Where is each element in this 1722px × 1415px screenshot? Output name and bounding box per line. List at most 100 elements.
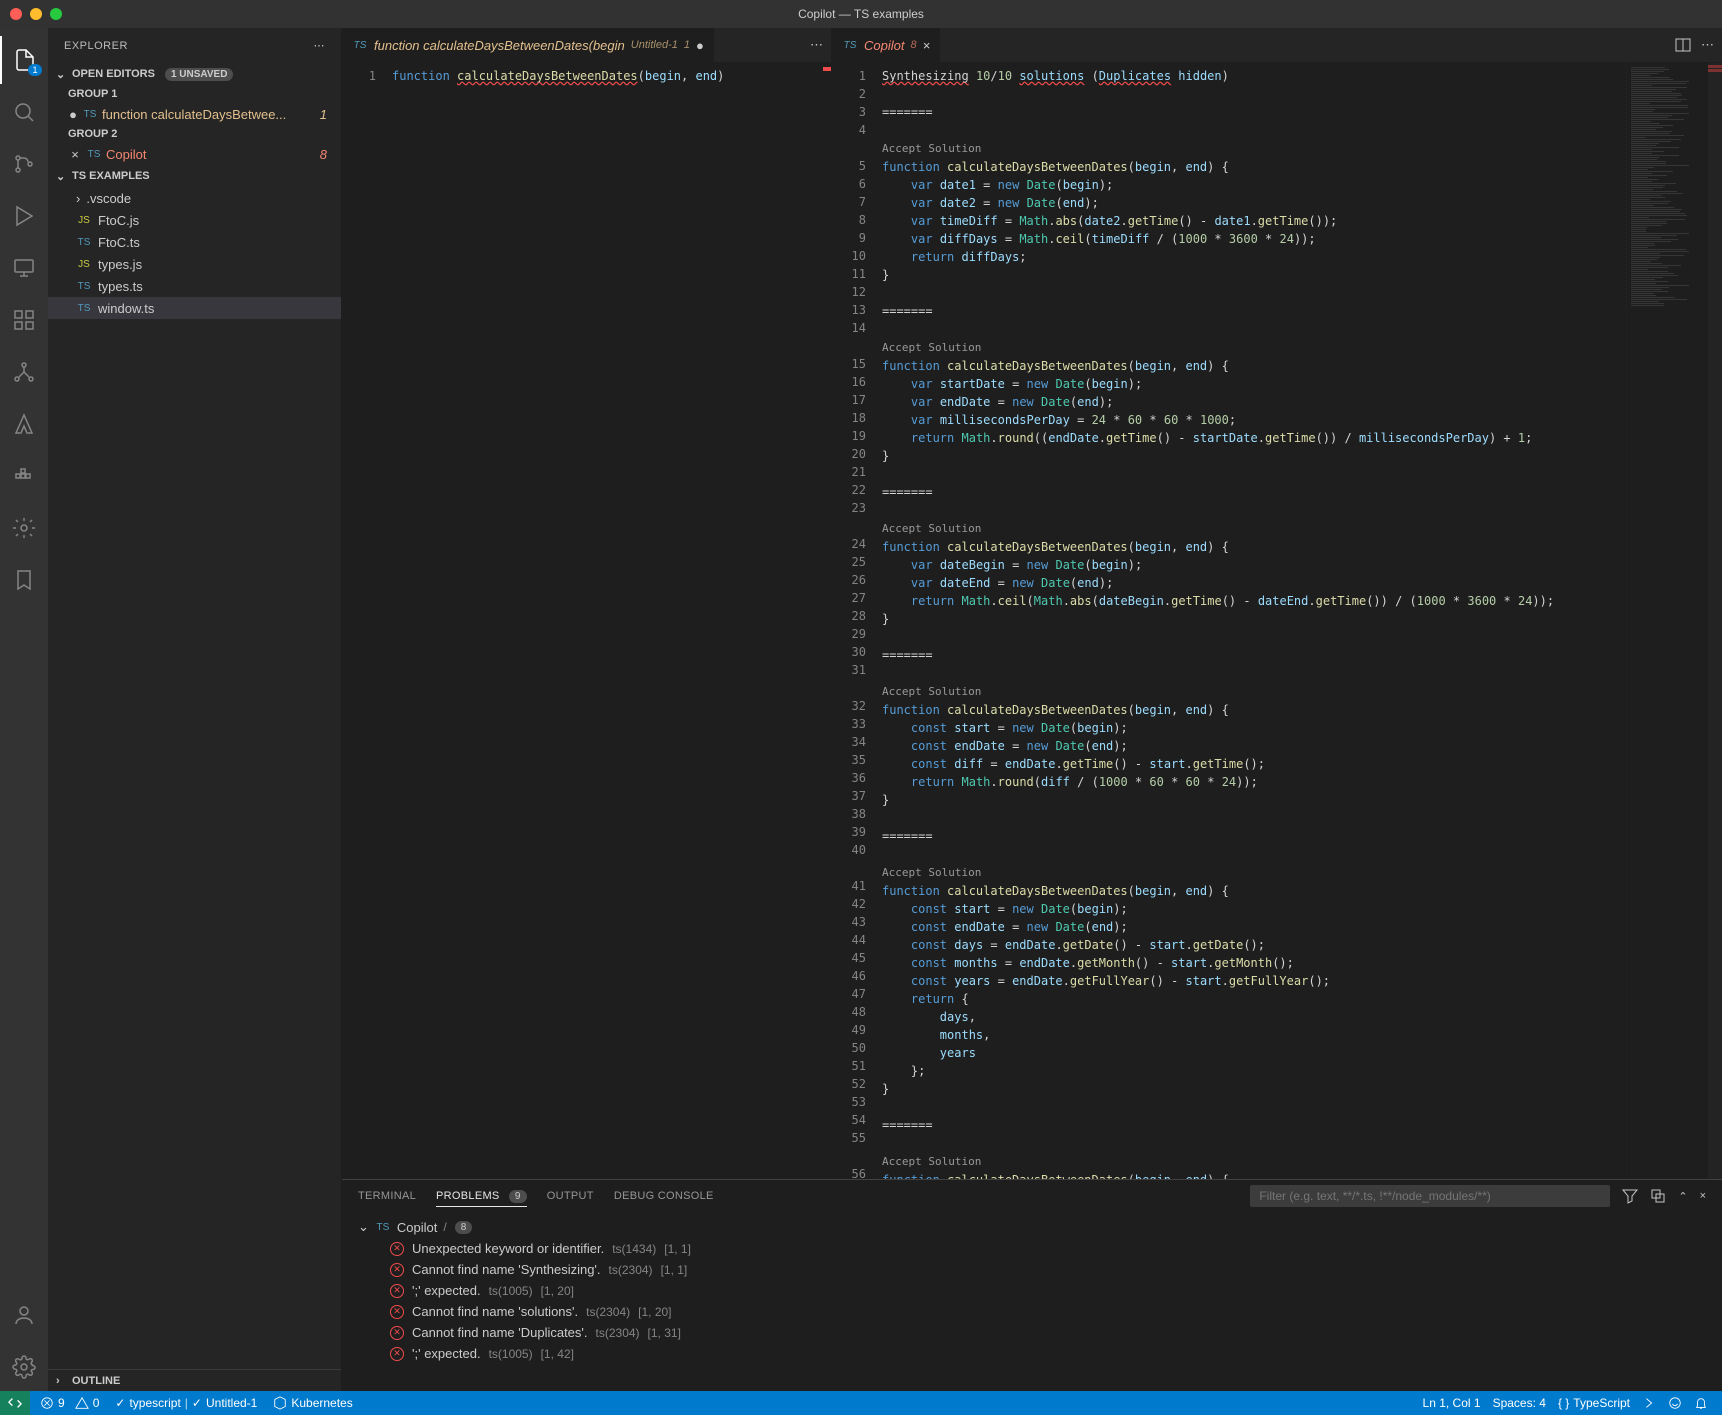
error-icon: ✕ bbox=[390, 1347, 404, 1361]
close-icon[interactable]: × bbox=[68, 147, 82, 162]
status-remote[interactable] bbox=[0, 1391, 30, 1415]
problem-row[interactable]: ✕';' expected.ts(1005)[1, 42] bbox=[354, 1343, 1710, 1364]
status-feedback-icon[interactable] bbox=[1662, 1396, 1688, 1410]
chevron-down-icon: ⌄ bbox=[56, 68, 68, 81]
chevron-down-icon: ⌄ bbox=[358, 1219, 369, 1235]
activity-bar: 1 bbox=[0, 28, 48, 1391]
chevron-right-icon: › bbox=[56, 1375, 68, 1387]
editor-left[interactable]: 1 function calculateDaysBetweenDates(beg… bbox=[342, 63, 831, 1179]
activity-explorer-icon[interactable]: 1 bbox=[0, 36, 48, 84]
error-icon: ✕ bbox=[390, 1305, 404, 1319]
ts-file-icon: TS bbox=[76, 237, 92, 248]
collapse-all-icon[interactable] bbox=[1650, 1188, 1666, 1204]
chevron-right-icon: › bbox=[76, 191, 80, 206]
bottom-panel: TERMINAL PROBLEMS 9 OUTPUT DEBUG CONSOLE… bbox=[342, 1179, 1722, 1391]
panel-tab-terminal[interactable]: TERMINAL bbox=[358, 1186, 416, 1206]
ts-file-icon: TS bbox=[352, 40, 368, 51]
open-editor-copilot[interactable]: × TS Copilot 8 bbox=[48, 143, 341, 165]
js-file-icon: JS bbox=[76, 259, 92, 270]
activity-debug-icon[interactable] bbox=[0, 192, 48, 240]
activity-extensions-icon[interactable] bbox=[0, 296, 48, 344]
problem-row[interactable]: ✕';' expected.ts(1005)[1, 20] bbox=[354, 1280, 1710, 1301]
title-bar: Copilot — TS examples bbox=[0, 0, 1722, 28]
problem-file-header[interactable]: ⌄ TS Copilot / 8 bbox=[354, 1216, 1710, 1238]
activity-bookmarks-icon[interactable] bbox=[0, 556, 48, 604]
folder-header[interactable]: ⌄ TS EXAMPLES bbox=[48, 165, 341, 187]
problem-row[interactable]: ✕Cannot find name 'Synthesizing'.ts(2304… bbox=[354, 1259, 1710, 1280]
status-errors[interactable]: 9 0 bbox=[34, 1391, 105, 1415]
status-spaces[interactable]: Spaces: 4 bbox=[1487, 1396, 1552, 1410]
open-editor-untitled[interactable]: ● TS function calculateDaysBetwee... 1 bbox=[48, 103, 341, 125]
open-editors-header[interactable]: ⌄ OPEN EDITORS 1 UNSAVED bbox=[48, 63, 341, 85]
tab-copilot[interactable]: TS Copilot 8 × bbox=[832, 28, 941, 62]
activity-scm-icon[interactable] bbox=[0, 140, 48, 188]
tree-item--vscode[interactable]: ›.vscode bbox=[48, 187, 341, 209]
tab-untitled[interactable]: TS function calculateDaysBetweenDates(be… bbox=[342, 28, 715, 62]
split-editor-icon[interactable] bbox=[1675, 37, 1691, 53]
error-icon: ✕ bbox=[390, 1284, 404, 1298]
minimap[interactable] bbox=[1626, 63, 1722, 1179]
status-prettier-icon[interactable] bbox=[1636, 1396, 1662, 1410]
unsaved-badge: 1 UNSAVED bbox=[165, 68, 234, 81]
tree-item-types-js[interactable]: JStypes.js bbox=[48, 253, 341, 275]
activity-account-icon[interactable] bbox=[0, 1291, 48, 1339]
tree-item-window-ts[interactable]: TSwindow.ts bbox=[48, 297, 341, 319]
problem-row[interactable]: ✕Unexpected keyword or identifier.ts(143… bbox=[354, 1238, 1710, 1259]
sidebar-more-icon[interactable]: ⋯ bbox=[314, 39, 326, 52]
error-icon: ✕ bbox=[390, 1263, 404, 1277]
ts-file-icon: TS bbox=[375, 1222, 391, 1233]
ts-file-icon: TS bbox=[76, 281, 92, 292]
status-kubernetes[interactable]: Kubernetes bbox=[267, 1391, 358, 1415]
chevron-up-icon[interactable]: ⌃ bbox=[1678, 1190, 1687, 1203]
ts-file-icon: TS bbox=[76, 303, 92, 314]
window-title: Copilot — TS examples bbox=[798, 7, 924, 21]
tree-item-types-ts[interactable]: TStypes.ts bbox=[48, 275, 341, 297]
problems-filter-input[interactable] bbox=[1250, 1185, 1610, 1207]
problem-count: 8 bbox=[320, 147, 333, 162]
close-panel-icon[interactable]: × bbox=[1700, 1190, 1706, 1202]
window-maximize-button[interactable] bbox=[50, 8, 62, 20]
outline-header[interactable]: › OUTLINE bbox=[48, 1369, 341, 1391]
error-icon: ✕ bbox=[390, 1242, 404, 1256]
error-icon: ✕ bbox=[390, 1326, 404, 1340]
panel-tab-output[interactable]: OUTPUT bbox=[547, 1186, 594, 1206]
ts-file-icon: TS bbox=[842, 40, 858, 51]
sidebar: EXPLORER ⋯ ⌄ OPEN EDITORS 1 UNSAVED GROU… bbox=[48, 28, 342, 1391]
tree-item-FtoC-ts[interactable]: TSFtoC.ts bbox=[48, 231, 341, 253]
chevron-down-icon: ⌄ bbox=[56, 170, 68, 183]
status-bell-icon[interactable] bbox=[1688, 1396, 1714, 1410]
activity-graph-icon[interactable] bbox=[0, 348, 48, 396]
panel-tab-debug[interactable]: DEBUG CONSOLE bbox=[614, 1186, 714, 1206]
problems-count-badge: 9 bbox=[509, 1190, 527, 1203]
file-tree: ›.vscodeJSFtoC.jsTSFtoC.tsJStypes.jsTSty… bbox=[48, 187, 341, 319]
activity-settings-icon[interactable] bbox=[0, 1343, 48, 1391]
tab-more-icon[interactable]: ⋯ bbox=[1701, 37, 1714, 53]
window-close-button[interactable] bbox=[10, 8, 22, 20]
activity-remote-icon[interactable] bbox=[0, 244, 48, 292]
problem-count: 1 bbox=[320, 107, 333, 122]
status-language[interactable]: { }TypeScript bbox=[1552, 1396, 1636, 1410]
ts-file-icon: TS bbox=[82, 109, 98, 120]
dirty-dot-icon: ● bbox=[68, 107, 78, 122]
status-cursor[interactable]: Ln 1, Col 1 bbox=[1417, 1396, 1487, 1410]
editor-right[interactable]: 1 2 3 4 5 6 7 8 9 10 11 12 13 14 15 16 1… bbox=[832, 63, 1722, 1179]
js-file-icon: JS bbox=[76, 215, 92, 226]
filter-icon[interactable] bbox=[1622, 1188, 1638, 1204]
problem-row[interactable]: ✕Cannot find name 'Duplicates'.ts(2304)[… bbox=[354, 1322, 1710, 1343]
activity-kubernetes-icon[interactable] bbox=[0, 504, 48, 552]
ts-file-icon: TS bbox=[86, 149, 102, 160]
overview-error-mark bbox=[1708, 69, 1722, 72]
group1-label: GROUP 1 bbox=[48, 85, 341, 103]
panel-tab-problems[interactable]: PROBLEMS 9 bbox=[436, 1186, 527, 1207]
close-icon[interactable]: × bbox=[923, 38, 931, 53]
dirty-dot-icon: ● bbox=[696, 38, 704, 53]
activity-azure-icon[interactable] bbox=[0, 400, 48, 448]
problem-row[interactable]: ✕Cannot find name 'solutions'.ts(2304)[1… bbox=[354, 1301, 1710, 1322]
activity-docker-icon[interactable] bbox=[0, 452, 48, 500]
tree-item-FtoC-js[interactable]: JSFtoC.js bbox=[48, 209, 341, 231]
tab-more-icon[interactable]: ⋯ bbox=[810, 37, 823, 53]
activity-search-icon[interactable] bbox=[0, 88, 48, 136]
window-minimize-button[interactable] bbox=[30, 8, 42, 20]
status-lang-status[interactable]: ✓typescript | ✓Untitled-1 bbox=[109, 1391, 263, 1415]
sidebar-title: EXPLORER bbox=[64, 40, 128, 52]
